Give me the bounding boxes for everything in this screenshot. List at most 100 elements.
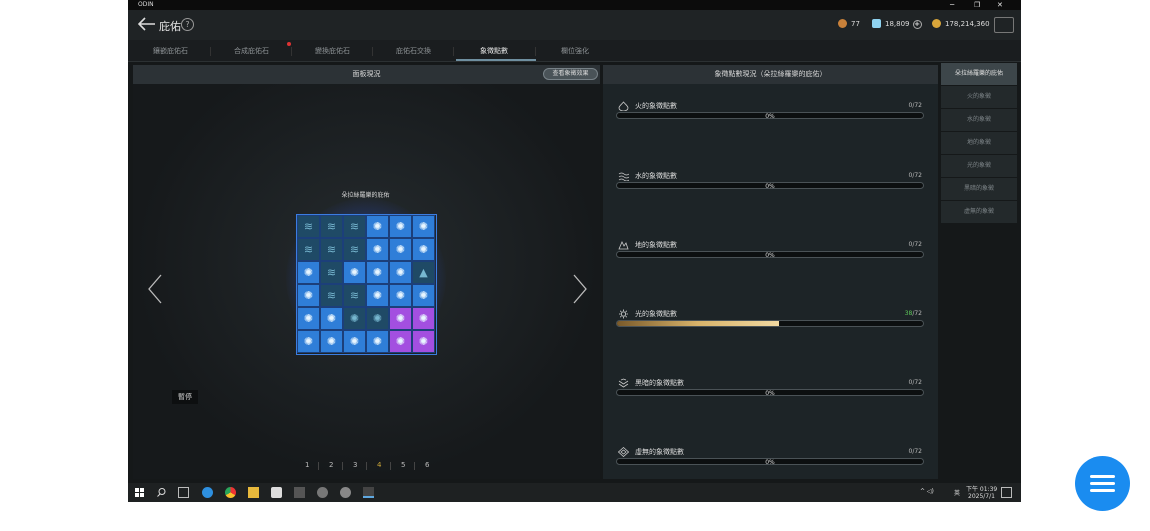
board-cell[interactable]: ✺ [297, 261, 320, 284]
edge-icon[interactable] [202, 487, 213, 498]
board-cell[interactable]: ≋ [320, 284, 343, 307]
board-cell[interactable]: ▲ [412, 261, 435, 284]
board-cell[interactable]: ✺ [389, 307, 412, 330]
board-cell[interactable]: ✺ [366, 307, 389, 330]
back-arrow-icon[interactable] [138, 17, 156, 31]
progress-fill [617, 321, 780, 326]
board-cell[interactable]: ✺ [297, 330, 320, 353]
menu-fab[interactable] [1075, 456, 1130, 511]
page-5[interactable]: 5 [401, 461, 405, 469]
board-cell[interactable]: ✺ [297, 307, 320, 330]
fire-icon [618, 101, 629, 111]
board-cell[interactable]: ≋ [343, 215, 366, 238]
board-cell[interactable]: ✺ [389, 284, 412, 307]
board-cell[interactable]: ≋ [343, 238, 366, 261]
sidebar-item-light[interactable]: 光的象徵 [941, 155, 1017, 177]
board-cell[interactable]: ✺ [343, 330, 366, 353]
view-effects-button[interactable]: 查看象徵效果 [543, 68, 598, 80]
restore-button[interactable]: ❐ [974, 0, 980, 10]
tab-exchange[interactable]: 庇佑石交換 [396, 46, 431, 56]
ore-icon [838, 19, 847, 28]
tab-socket[interactable]: 鑲嵌庇佑石 [153, 46, 188, 56]
board-cell[interactable]: ✺ [412, 307, 435, 330]
tab-transform[interactable]: 變換庇佑石 [315, 46, 350, 56]
board-cell[interactable]: ✺ [366, 261, 389, 284]
chrome-icon[interactable] [225, 487, 236, 498]
add-diamond-button[interactable]: + [912, 20, 922, 29]
board-cell[interactable]: ✺ [389, 330, 412, 353]
board-cell[interactable]: ✺ [343, 307, 366, 330]
page-divider [414, 462, 415, 470]
tab-symbol-points[interactable]: 象徵點數 [480, 46, 508, 56]
tray-icons[interactable]: ^ ◁) [920, 488, 934, 495]
page-divider [390, 462, 391, 470]
page-title: 庇佑 [159, 20, 181, 33]
odin-app-icon[interactable] [294, 487, 305, 498]
board-cell[interactable]: ≋ [320, 261, 343, 284]
board-cell[interactable]: ≋ [343, 284, 366, 307]
board-cell[interactable]: ✺ [343, 261, 366, 284]
board-cell[interactable]: ✺ [366, 284, 389, 307]
page-3[interactable]: 3 [353, 461, 357, 469]
board-cell[interactable]: ≋ [297, 215, 320, 238]
page-header: 庇佑 ? 77 18,809 + 178,214,360 [128, 10, 1021, 40]
clock-date[interactable]: 2025/7/1 [968, 493, 995, 500]
page-6[interactable]: 6 [425, 461, 429, 469]
board-cell[interactable]: ✺ [412, 215, 435, 238]
minimize-button[interactable]: ─ [950, 0, 954, 10]
sidebar-item-earth[interactable]: 地的象徵 [941, 132, 1017, 154]
board-cell[interactable]: ✺ [366, 330, 389, 353]
security-icon[interactable] [271, 487, 282, 498]
window-titlebar: ODIN ─ ❐ ✕ [128, 0, 1021, 10]
board-cell[interactable]: ✺ [389, 261, 412, 284]
board-cell[interactable]: ≋ [320, 215, 343, 238]
tab-combine[interactable]: 合成庇佑石 [234, 46, 269, 56]
notification-icon[interactable] [1001, 487, 1012, 498]
board-cell[interactable]: ✺ [412, 238, 435, 261]
board-cell[interactable]: ✺ [320, 330, 343, 353]
next-arrow-icon[interactable] [573, 274, 587, 304]
clock-time[interactable]: 下午 01:39 [966, 484, 997, 493]
board-cell[interactable]: ✺ [389, 215, 412, 238]
page-1[interactable]: 1 [305, 461, 309, 469]
tab-divider [372, 47, 373, 56]
tab-divider [453, 47, 454, 56]
symbol-points-panel: 火的象徵點數 0/72 0% 水的象徵點數 0/72 0% 地的象徵點數 0/7… [603, 84, 938, 479]
board-cell[interactable]: ✺ [297, 284, 320, 307]
odin-app-icon[interactable] [363, 487, 374, 498]
dark-icon [618, 378, 629, 388]
board-cell[interactable]: ≋ [297, 238, 320, 261]
exit-icon[interactable] [994, 17, 1014, 33]
help-icon[interactable]: ? [181, 18, 194, 31]
sidebar-item-dark[interactable]: 黑暗的象徵 [941, 178, 1017, 200]
void-icon [618, 447, 629, 457]
windows-taskbar: ^ ◁) 英 下午 01:39 2025/7/1 [128, 483, 1021, 502]
windows-start-icon[interactable] [134, 487, 145, 498]
tab-slot-upgrade[interactable]: 欄位強化 [561, 46, 589, 56]
close-button[interactable]: ✕ [997, 0, 1003, 10]
sidebar-item-void[interactable]: 虛無的象徵 [941, 201, 1017, 223]
ime-indicator[interactable]: 英 [954, 488, 960, 497]
blessing-board: ≋ ≋ ≋ ✺ ✺ ✺ ≋ ≋ ≋ ✺ ✺ ✺ ✺ ≋ ✺ ✺ ✺ ▲ ✺ ≋ ≋ ✺ ✺ ✺ ✺ ✺ ✺ ✺ ✺ ✺ ✺ ✺ ✺ ✺ ✺ ✺ [296, 214, 437, 355]
odin-app-icon[interactable] [340, 487, 351, 498]
prev-arrow-icon[interactable] [148, 274, 162, 304]
sun-icon [619, 309, 628, 319]
file-explorer-icon[interactable] [248, 487, 259, 498]
page-2[interactable]: 2 [329, 461, 333, 469]
diamond-icon [872, 19, 881, 28]
board-cell[interactable]: ≋ [320, 238, 343, 261]
page-4[interactable]: 4 [377, 461, 381, 469]
board-cell[interactable]: ✺ [366, 238, 389, 261]
board-cell[interactable]: ✺ [412, 284, 435, 307]
board-cell[interactable]: ✺ [320, 307, 343, 330]
task-view-icon[interactable] [178, 487, 189, 498]
sidebar-item-water[interactable]: 水的象徵 [941, 109, 1017, 131]
search-icon[interactable] [156, 487, 167, 498]
sidebar-item-fire[interactable]: 火的象徵 [941, 86, 1017, 108]
board-cell[interactable]: ✺ [389, 238, 412, 261]
odin-app-icon[interactable] [317, 487, 328, 498]
board-cell[interactable]: ✺ [412, 330, 435, 353]
notification-dot [287, 42, 291, 46]
board-cell[interactable]: ✺ [366, 215, 389, 238]
sidebar-item-dorasilo-blessing[interactable]: 朵拉絲羅樂的庇佑 [941, 63, 1017, 85]
